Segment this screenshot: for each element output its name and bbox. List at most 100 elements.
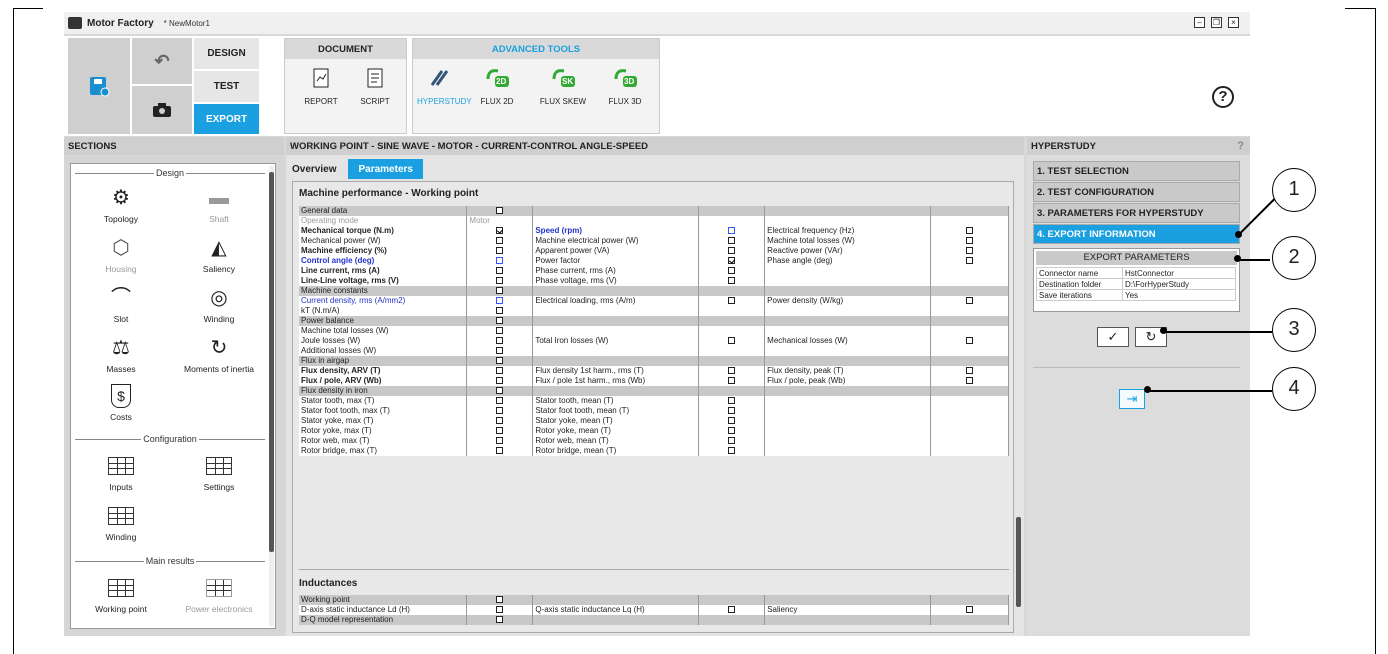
mode-export[interactable]: EXPORT — [194, 104, 259, 134]
main-scroll-thumb[interactable] — [1016, 517, 1021, 607]
section-slot[interactable]: ⌒ Slot — [73, 286, 169, 324]
checkbox[interactable] — [496, 596, 504, 604]
sections-scrollbar[interactable] — [269, 166, 274, 626]
checkbox[interactable] — [728, 427, 736, 435]
restore-icon[interactable]: ❐ — [1211, 17, 1222, 28]
mode-design[interactable]: DESIGN — [194, 38, 259, 69]
save-iterations-value[interactable]: Yes — [1122, 289, 1236, 301]
section-saliency[interactable]: ◭ Saliency — [171, 236, 267, 274]
checkbox[interactable] — [966, 367, 974, 375]
save-button[interactable] — [68, 38, 130, 134]
checkbox[interactable] — [728, 447, 736, 455]
checkbox[interactable] — [728, 267, 736, 275]
section-shaft[interactable]: ▬ Shaft — [171, 186, 267, 224]
checkbox[interactable] — [728, 397, 736, 405]
script-button[interactable]: SCRIPT — [353, 67, 397, 106]
checkbox[interactable] — [966, 257, 974, 265]
destination-folder-value[interactable]: D:\ForHyperStudy — [1122, 278, 1236, 290]
step-test-configuration[interactable]: 2. TEST CONFIGURATION — [1033, 182, 1240, 202]
checkbox[interactable] — [728, 297, 736, 305]
checkbox[interactable] — [496, 447, 504, 455]
tab-parameters[interactable]: Parameters — [348, 159, 423, 179]
checkbox[interactable] — [728, 437, 736, 445]
tab-overview[interactable]: Overview — [286, 159, 342, 179]
main-scrollbar[interactable] — [1016, 187, 1022, 627]
checkbox[interactable] — [496, 327, 504, 335]
step-test-selection[interactable]: 1. TEST SELECTION — [1033, 161, 1240, 181]
checkbox[interactable] — [496, 427, 504, 435]
checkbox[interactable] — [496, 247, 504, 255]
checkbox[interactable] — [496, 337, 504, 345]
checkbox[interactable] — [728, 257, 736, 265]
connector-name-value[interactable]: HstConnector — [1122, 267, 1236, 279]
sections-scroll-thumb[interactable] — [269, 172, 274, 552]
checkbox[interactable] — [966, 237, 974, 245]
section-power-electronics[interactable]: Power electronics — [171, 576, 267, 614]
section-inputs[interactable]: Inputs — [73, 454, 169, 492]
mode-test[interactable]: TEST — [194, 71, 259, 102]
flux-skew-button[interactable]: SK FLUX SKEW — [537, 67, 589, 106]
section-settings[interactable]: Settings — [171, 454, 267, 492]
checkbox[interactable] — [496, 287, 504, 295]
checkbox[interactable] — [966, 297, 974, 305]
step-parameters-for-hyperstudy[interactable]: 3. PARAMETERS FOR HYPERSTUDY — [1033, 203, 1240, 223]
hyperstudy-help-icon[interactable]: ? — [1237, 140, 1244, 152]
minimize-icon[interactable]: – — [1194, 17, 1205, 28]
checkbox[interactable] — [496, 367, 504, 375]
checkbox[interactable] — [728, 606, 736, 614]
checkbox[interactable] — [496, 616, 504, 624]
checkbox[interactable] — [496, 237, 504, 245]
undo-button[interactable]: ↶ — [132, 38, 192, 84]
section-housing[interactable]: ⬡ Housing — [73, 236, 169, 274]
hyperstudy-button[interactable]: HYPERSTUDY — [417, 67, 472, 106]
section-topology[interactable]: ⚙ Topology — [73, 186, 169, 224]
checkbox[interactable] — [728, 407, 736, 415]
checkbox[interactable] — [496, 357, 504, 365]
checkbox[interactable] — [496, 267, 504, 275]
section-winding[interactable]: ◎ Winding — [171, 286, 267, 324]
checkbox[interactable] — [496, 437, 504, 445]
section-masses[interactable]: ⚖ Masses — [73, 336, 169, 374]
help-button[interactable]: ? — [1212, 86, 1234, 108]
checkbox[interactable] — [496, 307, 504, 315]
checkbox[interactable] — [496, 277, 504, 285]
checkbox[interactable] — [728, 417, 736, 425]
checkbox[interactable] — [496, 227, 504, 235]
checkbox[interactable] — [966, 377, 974, 385]
export-parameters-title: EXPORT PARAMETERS — [1036, 251, 1237, 265]
checkbox[interactable] — [728, 337, 736, 345]
checkbox[interactable] — [966, 337, 974, 345]
checkbox[interactable] — [496, 257, 504, 265]
flux2d-button[interactable]: 2D FLUX 2D — [475, 67, 519, 106]
section-working-point[interactable]: Working point — [73, 576, 169, 614]
checkbox[interactable] — [728, 377, 736, 385]
checkbox[interactable] — [728, 237, 736, 245]
checkbox[interactable] — [966, 606, 973, 614]
checkbox[interactable] — [966, 247, 974, 255]
section-config-winding[interactable]: Winding — [73, 504, 169, 542]
checkbox[interactable] — [728, 247, 736, 255]
checkbox[interactable] — [496, 297, 504, 305]
checkbox[interactable] — [496, 347, 504, 355]
checkbox[interactable] — [496, 397, 504, 405]
report-button[interactable]: REPORT — [299, 67, 343, 106]
checkbox[interactable] — [496, 606, 504, 614]
export-button[interactable]: ⇥ — [1119, 389, 1145, 409]
section-moments-of-inertia[interactable]: ↻ Moments of inertia — [171, 336, 267, 374]
flux3d-button[interactable]: 3D FLUX 3D — [603, 67, 647, 106]
checkbox[interactable] — [496, 417, 504, 425]
checkbox[interactable] — [496, 387, 504, 395]
checkbox[interactable] — [966, 227, 974, 235]
checkbox[interactable] — [496, 377, 504, 385]
checkbox[interactable] — [496, 317, 504, 325]
checkbox[interactable] — [728, 227, 736, 235]
close-icon[interactable]: × — [1228, 17, 1239, 28]
apply-button[interactable]: ✓ — [1097, 327, 1129, 347]
step-export-information[interactable]: 4. EXPORT INFORMATION — [1033, 224, 1240, 244]
checkbox[interactable] — [496, 207, 504, 215]
camera-button[interactable] — [132, 86, 192, 134]
checkbox[interactable] — [728, 367, 736, 375]
checkbox[interactable] — [496, 407, 504, 415]
section-costs[interactable]: $ Costs — [73, 384, 169, 422]
checkbox[interactable] — [728, 277, 736, 285]
